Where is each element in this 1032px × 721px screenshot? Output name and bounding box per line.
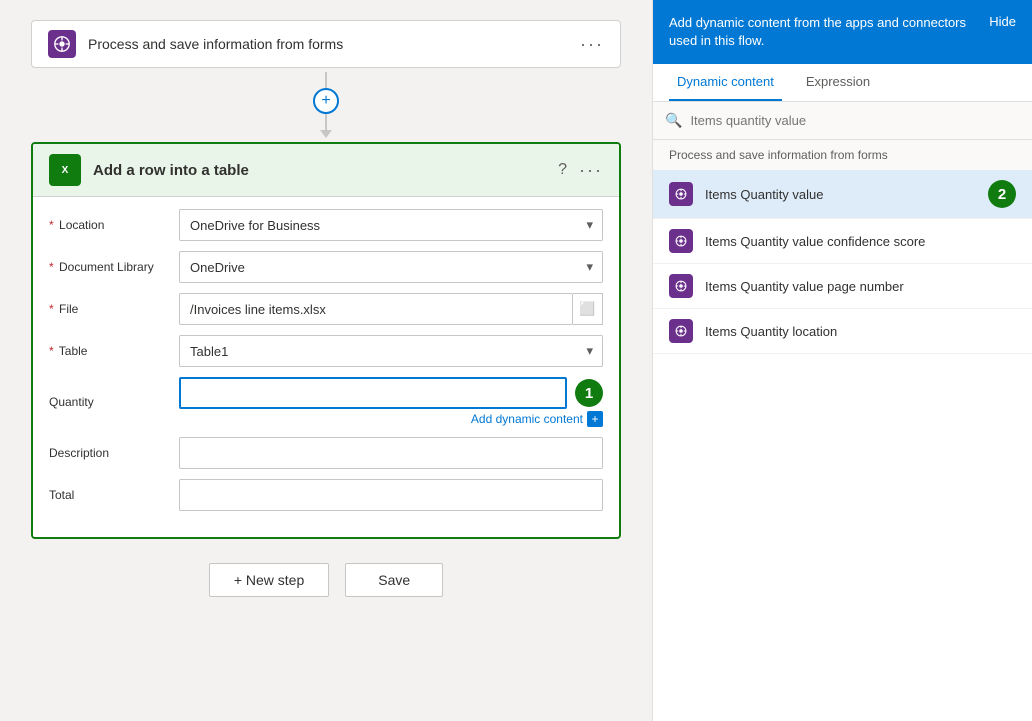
action-card: X Add a row into a table ? ··· * Locatio… — [31, 142, 621, 539]
connector-line-top — [325, 72, 327, 88]
add-step-button[interactable]: + — [313, 88, 339, 114]
description-label: Description — [49, 446, 179, 460]
item-icon-svg-4 — [674, 324, 688, 338]
location-control: OneDrive for Business ▾ — [179, 209, 603, 241]
quantity-label: Quantity — [49, 395, 179, 409]
item-label-1: Items Quantity value — [705, 187, 976, 202]
new-step-button[interactable]: + New step — [209, 563, 329, 597]
plus-icon: + — [321, 92, 330, 110]
panel-hide-button[interactable]: Hide — [989, 14, 1016, 29]
total-row: Total — [49, 479, 603, 511]
item-icon-svg-3 — [674, 279, 688, 293]
file-path-display[interactable]: /Invoices line items.xlsx — [179, 293, 573, 325]
add-dynamic-plus-icon: + — [587, 411, 603, 427]
panel-section-label: Process and save information from forms — [653, 140, 1032, 170]
excel-label: X — [62, 165, 69, 176]
item-label-3: Items Quantity value page number — [705, 279, 1016, 294]
item-label-2: Items Quantity value confidence score — [705, 234, 1016, 249]
table-select[interactable]: Table1 — [179, 335, 603, 367]
item-icon-svg-2 — [674, 234, 688, 248]
location-select[interactable]: OneDrive for Business — [179, 209, 603, 241]
trigger-card: Process and save information from forms … — [31, 20, 621, 68]
table-control: Table1 ▾ — [179, 335, 603, 367]
dynamic-item-4[interactable]: Items Quantity location — [653, 309, 1032, 354]
item-icon-4 — [669, 319, 693, 343]
item-icon-svg-1 — [674, 187, 688, 201]
dynamic-item-1[interactable]: Items Quantity value 2 — [653, 170, 1032, 219]
table-label: * Table — [49, 344, 179, 358]
panel-search: 🔍 — [653, 102, 1032, 140]
location-row: * Location OneDrive for Business ▾ — [49, 209, 603, 241]
dynamic-item-3[interactable]: Items Quantity value page number — [653, 264, 1032, 309]
connector-arrow — [320, 130, 332, 138]
file-browse-button[interactable]: ⬜ — [573, 293, 603, 325]
quantity-badge: 1 — [575, 379, 603, 407]
excel-icon: X — [49, 154, 81, 186]
document-library-control: OneDrive ▾ — [179, 251, 603, 283]
search-input[interactable] — [690, 113, 1020, 128]
save-button[interactable]: Save — [345, 563, 443, 597]
step-connector: + — [313, 72, 339, 138]
quantity-row: Quantity 1 Add dynamic content + — [49, 377, 603, 427]
panel-header-text: Add dynamic content from the apps and co… — [669, 14, 989, 50]
total-input[interactable] — [179, 479, 603, 511]
trigger-more-button[interactable]: ··· — [580, 34, 604, 55]
action-more-button[interactable]: ··· — [579, 160, 603, 181]
panel-header: Add dynamic content from the apps and co… — [653, 0, 1032, 64]
action-title: Add a row into a table — [93, 162, 558, 179]
description-control — [179, 437, 603, 469]
item-icon-1 — [669, 182, 693, 206]
form-body: * Location OneDrive for Business ▾ * Doc — [33, 197, 619, 537]
dynamic-content-panel: Add dynamic content from the apps and co… — [652, 0, 1032, 721]
total-label: Total — [49, 488, 179, 502]
quantity-control: 1 Add dynamic content + — [179, 377, 603, 427]
help-icon[interactable]: ? — [558, 161, 567, 179]
description-input[interactable] — [179, 437, 603, 469]
add-dynamic-row: Add dynamic content + — [179, 411, 603, 427]
item-badge-1: 2 — [988, 180, 1016, 208]
location-label: * Location — [49, 218, 179, 232]
add-dynamic-content-link[interactable]: Add dynamic content + — [471, 411, 603, 427]
required-star: * — [49, 218, 54, 232]
required-star: * — [49, 260, 54, 274]
item-icon-3 — [669, 274, 693, 298]
item-label-4: Items Quantity location — [705, 324, 1016, 339]
document-library-label: * Document Library — [49, 260, 179, 274]
search-icon: 🔍 — [665, 112, 682, 129]
file-label: * File — [49, 302, 179, 316]
action-card-header: X Add a row into a table ? ··· — [33, 144, 619, 197]
trigger-icon-svg — [53, 35, 71, 53]
document-library-row: * Document Library OneDrive ▾ — [49, 251, 603, 283]
trigger-title: Process and save information from forms — [88, 36, 580, 52]
tab-expression[interactable]: Expression — [798, 64, 878, 101]
connector-line-bottom — [325, 114, 327, 130]
file-row: * File /Invoices line items.xlsx ⬜ — [49, 293, 603, 325]
tab-dynamic-content[interactable]: Dynamic content — [669, 64, 782, 101]
description-row: Description — [49, 437, 603, 469]
table-row: * Table Table1 ▾ — [49, 335, 603, 367]
document-library-select[interactable]: OneDrive — [179, 251, 603, 283]
quantity-input[interactable] — [179, 377, 567, 409]
file-input-row: /Invoices line items.xlsx ⬜ — [179, 293, 603, 325]
step-buttons: + New step Save — [209, 563, 443, 597]
required-star: * — [49, 344, 54, 358]
required-star: * — [49, 302, 54, 316]
item-icon-2 — [669, 229, 693, 253]
file-icon: ⬜ — [579, 301, 595, 317]
total-control — [179, 479, 603, 511]
file-control: /Invoices line items.xlsx ⬜ — [179, 293, 603, 325]
dynamic-item-2[interactable]: Items Quantity value confidence score — [653, 219, 1032, 264]
panel-tabs: Dynamic content Expression — [653, 64, 1032, 102]
action-header-buttons: ? ··· — [558, 160, 603, 181]
trigger-icon — [48, 30, 76, 58]
